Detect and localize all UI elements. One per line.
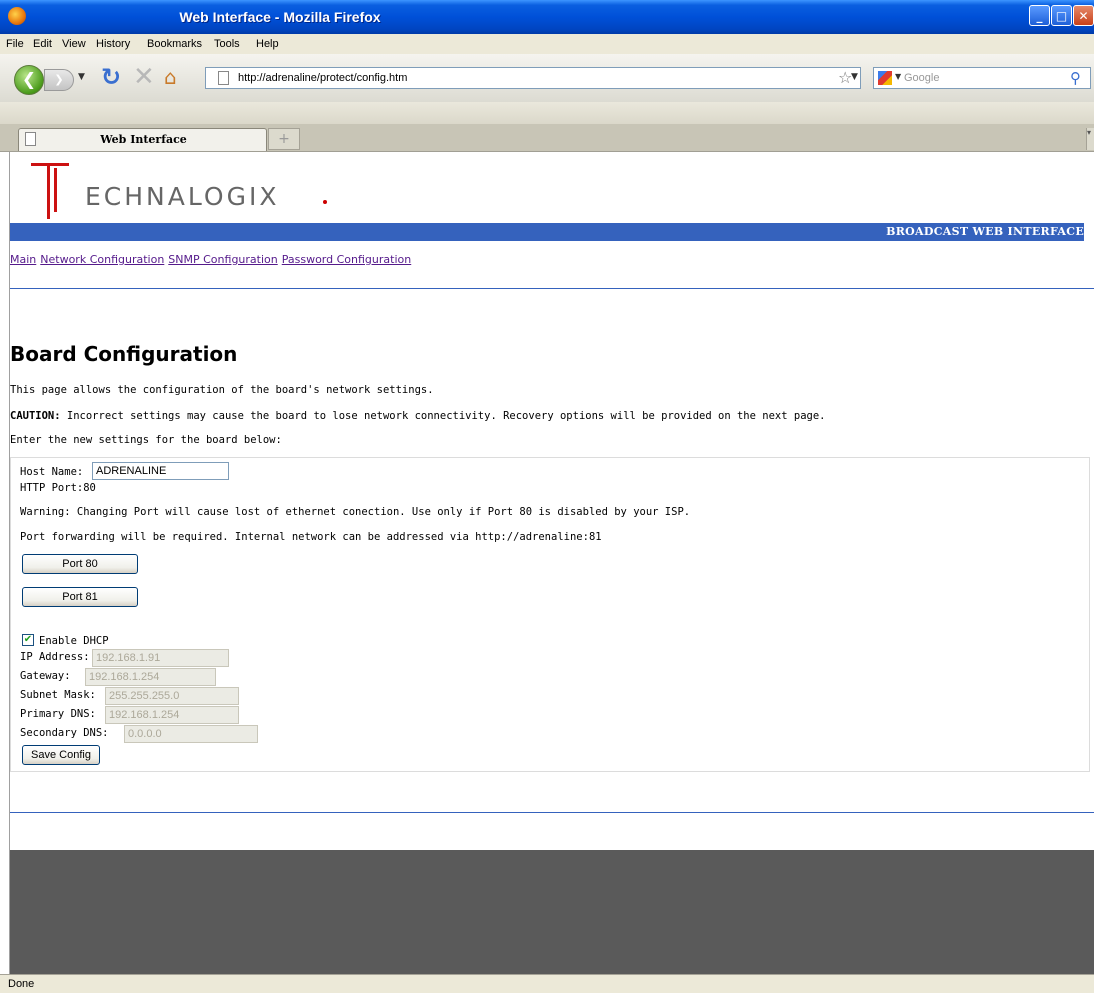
search-icon[interactable]: ⚲	[1070, 69, 1081, 87]
tab-label: Web Interface	[100, 133, 187, 146]
divider-bottom	[10, 812, 1094, 813]
maximize-button[interactable]: □	[1051, 5, 1072, 26]
status-text: Done	[8, 978, 35, 990]
secondary-dns-label: Secondary DNS:	[20, 727, 109, 739]
menu-history[interactable]: History	[96, 38, 130, 50]
nav-link-network[interactable]: Network Configuration	[40, 253, 164, 266]
menu-file[interactable]: File	[6, 38, 24, 50]
nav-link-snmp[interactable]: SNMP Configuration	[168, 253, 277, 266]
enable-dhcp-label: Enable DHCP	[39, 635, 109, 647]
search-placeholder: Google	[904, 72, 940, 84]
navigation-toolbar: ❮ ❯ ▼ ↻ ✕ ⌂ http://adrenaline/protect/co…	[0, 54, 1094, 102]
divider-top	[10, 288, 1094, 289]
subnet-mask-label: Subnet Mask:	[20, 689, 96, 701]
http-port-text: HTTP Port:80	[20, 482, 96, 494]
secondary-dns-input[interactable]	[124, 725, 258, 743]
url-bar[interactable]: http://adrenaline/protect/config.htm ☆	[205, 67, 861, 89]
caution-label: CAUTION:	[10, 410, 61, 422]
status-bar: Done	[0, 974, 1094, 993]
port-forwarding-text: Port forwarding will be required. Intern…	[20, 531, 602, 543]
logo-dot	[323, 200, 327, 204]
forward-icon[interactable]: ❯	[44, 69, 74, 91]
url-dropdown-icon[interactable]: ▼	[851, 72, 858, 82]
menu-bar: File Edit View History Bookmarks Tools H…	[0, 34, 1094, 54]
footer-area	[10, 850, 1094, 974]
menu-view[interactable]: View	[62, 38, 86, 50]
reload-icon[interactable]: ↻	[101, 65, 121, 89]
port-80-button[interactable]: Port 80	[22, 554, 138, 574]
banner-text: BROADCAST WEB INTERFACE	[886, 225, 1084, 238]
config-form: Host Name: HTTP Port:80 Warning: Changin…	[10, 457, 1090, 772]
menu-tools[interactable]: Tools	[214, 38, 240, 50]
search-input[interactable]: ▼ Google ⚲	[873, 67, 1091, 89]
tab-web-interface[interactable]: Web Interface	[18, 128, 267, 151]
page-content: ECHNALOGIX BROADCAST WEB INTERFACE Main N…	[10, 152, 1094, 974]
menu-help[interactable]: Help	[256, 38, 279, 50]
nav-links: Main Network Configuration SNMP Configurat…	[10, 253, 415, 266]
port-81-button[interactable]: Port 81	[22, 587, 138, 607]
subnet-mask-input[interactable]	[105, 687, 239, 705]
menu-bookmarks[interactable]: Bookmarks	[147, 38, 202, 50]
new-tab-button[interactable]: +	[268, 128, 300, 150]
gateway-input[interactable]	[85, 668, 216, 686]
stop-icon[interactable]: ✕	[133, 64, 155, 90]
primary-dns-label: Primary DNS:	[20, 708, 96, 720]
enter-settings-text: Enter the new settings for the board bel…	[10, 434, 282, 446]
primary-dns-input[interactable]	[105, 706, 239, 724]
search-engine-dropdown-icon[interactable]: ▼	[895, 72, 901, 81]
host-name-input[interactable]	[92, 462, 229, 480]
port-warning-text: Warning: Changing Port will cause lost o…	[20, 506, 691, 518]
nav-link-password[interactable]: Password Configuration	[282, 253, 411, 266]
back-icon[interactable]: ❮	[14, 65, 44, 95]
title-bar: Web Interface - Mozilla Firefox _ □ ✕	[0, 0, 1094, 34]
caution-message: Incorrect settings may cause the board t…	[60, 410, 826, 422]
caution-text: CAUTION: Incorrect settings may cause th…	[10, 410, 825, 422]
technalogix-logo: ECHNALOGIX	[28, 162, 328, 222]
gateway-label: Gateway:	[20, 670, 71, 682]
menu-edit[interactable]: Edit	[33, 38, 52, 50]
minimize-button[interactable]: _	[1029, 5, 1050, 26]
intro-text: This page allows the configuration of th…	[10, 384, 434, 396]
page-icon	[218, 71, 229, 85]
logo-text: ECHNALOGIX	[85, 182, 280, 211]
enable-dhcp-checkbox[interactable]: ✔	[22, 634, 34, 646]
url-text[interactable]: http://adrenaline/protect/config.htm	[238, 72, 407, 84]
save-config-button[interactable]: Save Config	[22, 745, 100, 765]
bookmarks-toolbar	[0, 102, 1094, 124]
search-engine-icon[interactable]	[878, 71, 892, 85]
header-banner: BROADCAST WEB INTERFACE	[10, 223, 1084, 241]
left-frame	[0, 152, 10, 974]
logo-t-icon	[31, 163, 69, 219]
window-title: Web Interface - Mozilla Firefox	[179, 9, 381, 25]
ip-address-input[interactable]	[92, 649, 229, 667]
host-name-label: Host Name:	[20, 466, 84, 478]
close-button[interactable]: ✕	[1073, 5, 1094, 26]
home-icon[interactable]: ⌂	[164, 66, 177, 88]
ip-address-label: IP Address:	[20, 651, 90, 663]
tab-bar: Web Interface + ▾	[0, 124, 1094, 152]
history-dropdown-icon[interactable]: ▼	[78, 72, 85, 82]
page-title: Board Configuration	[10, 342, 238, 366]
tab-list-icon[interactable]: ▾	[1086, 128, 1094, 150]
nav-link-main[interactable]: Main	[10, 253, 36, 266]
